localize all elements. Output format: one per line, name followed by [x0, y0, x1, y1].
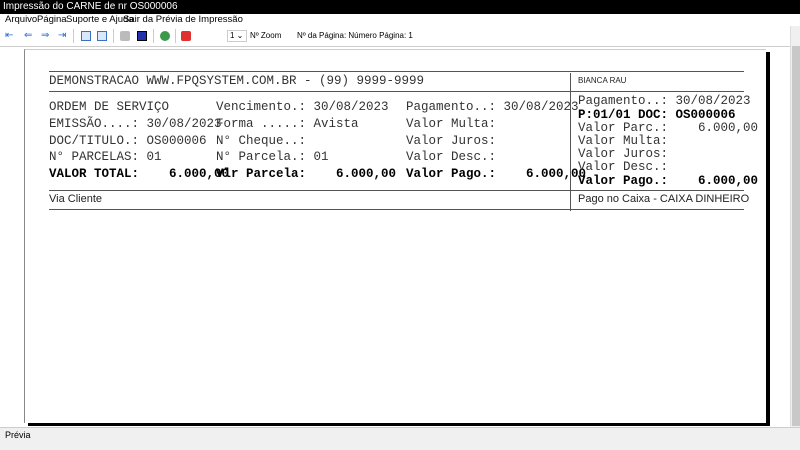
installment-value: Vlr Parcela: 6.000,00: [216, 167, 397, 181]
stub-interest: Valor Juros:: [578, 147, 669, 161]
menu-pagina[interactable]: Página: [37, 14, 67, 25]
export-icon[interactable]: [160, 31, 170, 41]
last-page-icon[interactable]: ⇥: [58, 31, 68, 41]
zoom-select[interactable]: 1 ⌄: [227, 30, 247, 42]
stub-discount: Valor Desc.:: [578, 160, 669, 174]
zoom-label: Nº Zoom: [250, 31, 282, 40]
cheque-number: N° Cheque..:: [216, 134, 307, 148]
close-preview-icon[interactable]: [181, 31, 191, 41]
interest-value: Valor Juros:: [406, 134, 497, 148]
page-info: Nº da Página: Número Página: 1: [297, 31, 413, 40]
single-page-icon[interactable]: [81, 31, 91, 41]
payment-date: Pagamento..: 30/08/2023: [406, 100, 579, 114]
via-label: Via Cliente: [49, 193, 102, 205]
paid-value: Valor Pago.: 6.000,00: [406, 167, 587, 181]
menu-sair[interactable]: Sair da Prévia de Impressão: [123, 14, 243, 25]
two-pages-icon[interactable]: [97, 31, 107, 41]
scrollbar-thumb[interactable]: [792, 46, 800, 426]
menu-bar: Arquivo Página Suporte e Ajuda Sair da P…: [0, 14, 800, 26]
stub-doc: P:01/01 DOC: OS000006: [578, 108, 736, 122]
next-page-icon[interactable]: ⇒: [41, 31, 51, 41]
due-date: Vencimento.: 30/08/2023: [216, 100, 389, 114]
order-label: ORDEM DE SERVIÇO: [49, 100, 170, 114]
first-page-icon[interactable]: ⇤: [5, 31, 15, 41]
stub-fine: Valor Multa:: [578, 134, 669, 148]
installment-number: N° Parcela.: 01: [216, 150, 329, 164]
print-icon[interactable]: [120, 31, 130, 41]
payment-form: Forma .....: Avista: [216, 117, 359, 131]
payment-note: Pago no Caixa - CAIXA DINHEIRO: [578, 193, 750, 205]
discount-value: Valor Desc.:: [406, 150, 497, 164]
toolbar: ⇤ ⇐ ⇒ ⇥ 1 ⌄ Nº Zoom Nº da Página: Número…: [0, 26, 800, 47]
doc-title: DOC/TITULO.: OS000006: [49, 134, 207, 148]
prev-page-icon[interactable]: ⇐: [24, 31, 34, 41]
status-text: Prévia: [5, 430, 31, 440]
client-name: BIANCA RAU: [578, 76, 627, 85]
installments: N° PARCELAS: 01: [49, 150, 162, 164]
setup-icon[interactable]: [137, 31, 147, 41]
window-title: Impressão do CARNE de nr OS000006: [0, 0, 800, 14]
stub-paid-value: Valor Pago.: 6.000,00: [578, 174, 759, 188]
status-bar: Prévia: [0, 427, 800, 450]
fine-value: Valor Multa:: [406, 117, 497, 131]
emission: EMISSÃO....: 30/08/2023: [49, 117, 222, 131]
stub-installment-value: Valor Parc.: 6.000,00: [578, 121, 759, 135]
menu-arquivo[interactable]: Arquivo: [5, 14, 37, 25]
vertical-scrollbar[interactable]: [790, 26, 800, 426]
stub-payment-date: Pagamento..: 30/08/2023: [578, 94, 751, 108]
receipt-header: DEMONSTRACAO WWW.FPQSYSTEM.COM.BR - (99)…: [49, 74, 425, 88]
total-value: VALOR TOTAL: 6.000,00: [49, 167, 230, 181]
